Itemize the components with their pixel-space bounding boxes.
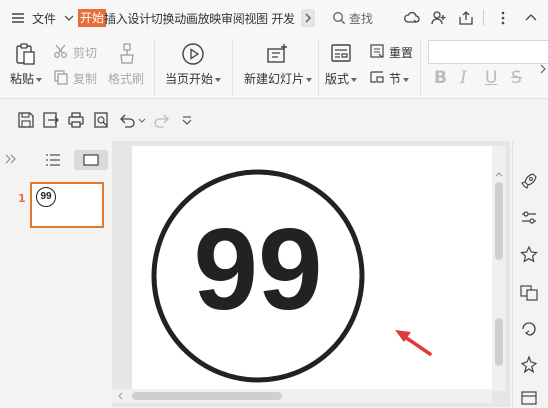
add-user-icon[interactable] bbox=[430, 9, 448, 27]
slide-canvas[interactable]: 99 bbox=[132, 146, 492, 391]
new-slide-button[interactable]: 新建幻灯片 bbox=[244, 70, 313, 87]
print-icon[interactable] bbox=[67, 111, 85, 129]
ribbon-scroll-right-icon[interactable] bbox=[538, 62, 548, 76]
reset-icon[interactable] bbox=[369, 43, 385, 59]
cut-button[interactable]: 剪切 bbox=[73, 44, 97, 61]
horizontal-scrollbar[interactable] bbox=[112, 389, 492, 403]
format-painter-icon[interactable] bbox=[117, 42, 137, 66]
slide-panel bbox=[0, 141, 112, 407]
customize-toolbar-icon[interactable] bbox=[178, 111, 196, 129]
strikethrough-button[interactable]: S bbox=[511, 68, 522, 88]
search-label[interactable]: 查找 bbox=[349, 10, 373, 27]
undo-dropdown-icon[interactable] bbox=[138, 117, 146, 125]
dropdown-arrow-icon bbox=[306, 77, 313, 82]
print-preview-icon[interactable] bbox=[93, 111, 111, 129]
more-options-icon[interactable] bbox=[494, 9, 512, 27]
layout-button[interactable]: 版式 bbox=[325, 70, 358, 87]
cut-icon[interactable] bbox=[53, 43, 69, 59]
ribbon-divider bbox=[154, 40, 155, 96]
slide-artwork: 99 bbox=[151, 169, 432, 383]
dropdown-arrow-icon bbox=[403, 77, 410, 82]
animation-icon[interactable] bbox=[519, 319, 539, 339]
play-from-current-icon[interactable] bbox=[181, 42, 205, 66]
section-button[interactable]: 节 bbox=[389, 70, 410, 87]
layout-icon[interactable] bbox=[330, 42, 352, 64]
ribbon-divider bbox=[420, 40, 421, 96]
star-magic-icon[interactable] bbox=[519, 245, 539, 265]
dropdown-arrow-icon bbox=[351, 77, 358, 82]
from-current-button[interactable]: 当页开始 bbox=[165, 70, 222, 87]
reset-button[interactable]: 重置 bbox=[389, 44, 413, 61]
underline-button[interactable]: U bbox=[485, 68, 497, 88]
expand-panel-icon[interactable] bbox=[4, 153, 18, 165]
section-icon[interactable] bbox=[369, 69, 385, 85]
format-painter-button[interactable]: 格式刷 bbox=[108, 70, 144, 87]
copy-icon[interactable] bbox=[53, 69, 69, 85]
thumbnail-badge: 99 bbox=[36, 187, 56, 207]
font-name-input[interactable] bbox=[428, 40, 548, 64]
italic-button[interactable]: I bbox=[460, 68, 467, 88]
collapse-ribbon-icon[interactable] bbox=[522, 9, 540, 27]
ribbon-divider bbox=[318, 40, 319, 96]
file-menu[interactable]: 文件 bbox=[32, 10, 56, 27]
cloud-sync-icon[interactable] bbox=[403, 9, 421, 27]
slide-number: 1 bbox=[18, 192, 26, 205]
export-icon[interactable] bbox=[42, 111, 60, 129]
dropdown-arrow-icon bbox=[36, 77, 43, 82]
section-label: 节 bbox=[389, 72, 402, 86]
paste-icon[interactable] bbox=[14, 42, 36, 66]
rocket-icon[interactable] bbox=[519, 171, 539, 191]
layout-label: 版式 bbox=[325, 72, 350, 86]
dropdown-arrow-icon bbox=[215, 77, 222, 82]
effects-icon[interactable] bbox=[519, 355, 539, 375]
red-arrow-icon bbox=[395, 330, 432, 356]
slide-view-tab[interactable] bbox=[74, 150, 108, 170]
adjust-sliders-icon[interactable] bbox=[519, 208, 539, 228]
tabs-more-button[interactable] bbox=[301, 9, 315, 27]
search-icon[interactable] bbox=[332, 11, 346, 25]
copy-button[interactable]: 复制 bbox=[73, 70, 97, 87]
tab-home[interactable]: 开始 bbox=[78, 9, 107, 27]
new-slide-icon[interactable] bbox=[265, 42, 289, 66]
hamburger-menu-icon[interactable] bbox=[10, 10, 26, 26]
new-slide-label: 新建幻灯片 bbox=[244, 72, 305, 86]
ribbon-tabs[interactable]: 插入设计切换动画放映审阅视图 开发 bbox=[104, 10, 295, 27]
outline-view-icon[interactable] bbox=[45, 153, 61, 167]
chevron-down-icon[interactable] bbox=[63, 12, 75, 24]
pane-settings-icon[interactable] bbox=[519, 388, 539, 408]
ribbon-divider bbox=[232, 40, 233, 96]
vertical-scrollbar[interactable] bbox=[492, 146, 506, 391]
from-current-label: 当页开始 bbox=[165, 72, 214, 86]
paste-label: 粘贴 bbox=[10, 72, 35, 86]
bold-button[interactable]: B bbox=[434, 68, 447, 88]
redo-icon[interactable] bbox=[153, 111, 171, 129]
paste-button[interactable]: 粘贴 bbox=[10, 70, 43, 87]
share-icon[interactable] bbox=[457, 9, 475, 27]
save-icon[interactable] bbox=[17, 111, 35, 129]
transition-icon[interactable] bbox=[519, 282, 539, 302]
undo-icon[interactable] bbox=[118, 111, 136, 129]
toolbar-divider bbox=[483, 10, 484, 26]
badge-number: 99 bbox=[193, 204, 322, 334]
